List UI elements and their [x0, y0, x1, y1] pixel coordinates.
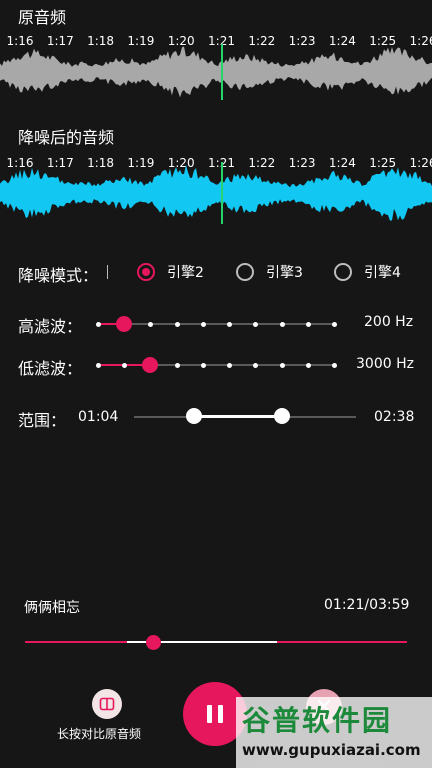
mode-option-engine4[interactable]: 引擎4 [334, 262, 401, 282]
slider-tick [200, 321, 206, 327]
waveform-shape [0, 46, 432, 98]
mode-divider [107, 265, 108, 279]
denoised-audio-title: 降噪后的音频 [18, 128, 115, 147]
mode-option-engine2[interactable]: 引擎2 [137, 262, 204, 282]
slider-tick [305, 362, 311, 368]
slider-tick [227, 362, 233, 368]
slider-tick [122, 362, 128, 368]
range-start-handle[interactable] [186, 408, 202, 424]
original-playhead[interactable] [221, 44, 223, 100]
denoised-waveform[interactable] [0, 162, 432, 224]
slider-tick [279, 321, 285, 327]
pause-icon [207, 705, 212, 723]
high-filter-label: 高滤波： [18, 317, 83, 336]
slider-tick [174, 362, 180, 368]
denoised-playhead[interactable] [221, 162, 223, 224]
watermark-url: www.gupuxiazai.com [242, 741, 421, 759]
compare-button[interactable] [92, 689, 122, 719]
slider-tick [253, 362, 259, 368]
range-start-time: 01:04 [78, 409, 119, 425]
radio-unchecked-icon [334, 263, 352, 281]
slider-tick [227, 321, 233, 327]
low-filter-label: 低滤波： [18, 359, 83, 378]
range-label: 范围： [18, 411, 67, 430]
slider-thumb[interactable] [115, 316, 132, 332]
high-filter-value: 200 Hz [364, 314, 414, 330]
watermark-logo-text: 谷普软件园 [242, 704, 393, 737]
slider-tick [305, 321, 311, 327]
compare-icon [99, 697, 115, 711]
radio-unchecked-icon [236, 263, 254, 281]
song-title: 俩俩相忘 [24, 600, 80, 616]
slider-tick [332, 362, 337, 368]
compare-label: 长按对比原音频 [57, 727, 142, 741]
range-selected [194, 415, 282, 418]
slider-tick [96, 362, 101, 368]
slider-track [98, 323, 334, 325]
original-audio-title: 原音频 [18, 8, 67, 27]
slider-tick [253, 321, 259, 327]
slider-tick [174, 321, 180, 327]
mode-label: 降噪模式： [18, 266, 99, 285]
radio-checked-icon [137, 263, 155, 281]
progress-thumb[interactable] [146, 635, 161, 650]
slider-tick [200, 362, 206, 368]
original-waveform[interactable] [0, 44, 432, 100]
slider-tick [279, 362, 285, 368]
slider-tick [96, 321, 101, 327]
low-filter-value: 3000 Hz [356, 356, 414, 372]
slider-tick [332, 321, 337, 327]
waveform-shape [0, 165, 432, 221]
watermark: 谷普软件园 www.gupuxiazai.com [236, 697, 432, 768]
mode-option-engine3[interactable]: 引擎3 [236, 262, 303, 282]
range-end-handle[interactable] [274, 408, 290, 424]
range-end-time: 02:38 [374, 409, 415, 425]
playback-time: 01:21/03:59 [324, 597, 410, 613]
slider-thumb[interactable] [141, 357, 158, 373]
